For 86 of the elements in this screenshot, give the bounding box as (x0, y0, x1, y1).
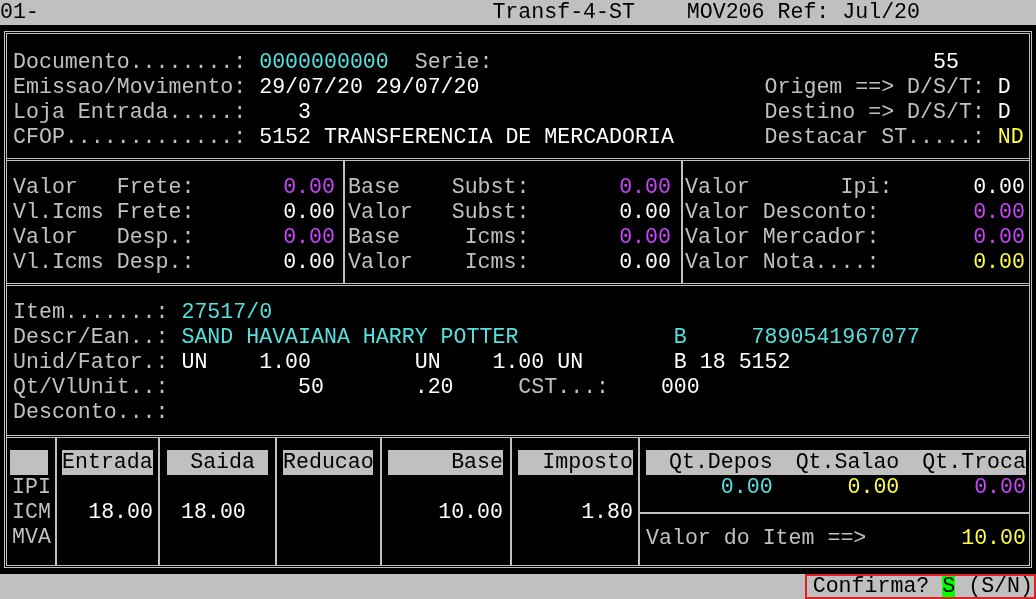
blank-header-cell (10, 450, 48, 475)
column-header: Qt.Salao (795, 450, 900, 475)
table-cell: 18.00 (181, 500, 246, 525)
program-name: Transf-4-ST (492, 0, 635, 24)
field-label: Valor Desp.: (13, 225, 195, 250)
field-label: Item.......: (13, 300, 169, 324)
quantity-value: 0.00 (720, 475, 773, 500)
field-value: .20 (414, 375, 454, 399)
column-header: Saida (167, 450, 268, 475)
field-label: Vl.Icms Desp.: (13, 250, 195, 275)
field-value: 0.00 (619, 175, 671, 200)
field-value: 0.00 (619, 225, 671, 250)
field-label: Valor Nota....: (685, 250, 880, 275)
field-label: Valor Ipi: (685, 175, 893, 200)
field-label: Serie: (414, 50, 493, 74)
field-value: 0.00 (973, 250, 1025, 275)
field-label: Documento........: (13, 50, 247, 74)
field-label: Origem ==> D/S/T: (764, 75, 985, 99)
field-value: 50 (298, 375, 324, 399)
field-label: Unid/Fator.: (13, 350, 169, 374)
field-value: B (673, 325, 687, 349)
quantity-value: 0.00 (974, 475, 1026, 500)
field-label: Destino => D/S/T: (764, 100, 985, 124)
total-value: 10.00 (961, 526, 1026, 551)
total-label: Valor do Item ==> (646, 526, 867, 551)
field-value: 0.00 (619, 250, 671, 275)
field-value: 0.00 (283, 250, 335, 275)
module-title: MOV206 Ref: Jul/20 (686, 0, 921, 24)
field-value: 29/07/20 29/07/20 (259, 75, 480, 99)
field-value: SAND HAVAIANA HARRY POTTER (181, 325, 519, 349)
field-label: Valor Desconto: (685, 200, 880, 225)
row-label: ICM (12, 500, 51, 524)
table-cell: 10.00 (438, 500, 503, 525)
field-value: 0000000000 (259, 50, 389, 74)
field-label: Loja Entrada.....: (13, 100, 247, 124)
field-value: 0.00 (283, 200, 335, 225)
field-value: 5152 TRANSFERENCIA DE MERCADORIA (259, 125, 674, 149)
field-label: Valor Subst: (348, 200, 530, 225)
field-label: Vl.Icms Frete: (13, 200, 195, 225)
field-value: 0.00 (973, 200, 1025, 225)
table-cell: 18.00 (88, 500, 153, 525)
row-label: IPI (12, 475, 51, 499)
session-label: 01- (0, 0, 39, 24)
column-header: Base (388, 450, 503, 475)
field-label: Valor Mercador: (685, 225, 880, 250)
field-value: 55 (933, 50, 959, 74)
field-label: Valor Frete: (13, 175, 195, 200)
field-label: Base Subst: (348, 175, 530, 200)
field-label: CFOP.............: (13, 125, 247, 149)
field-value: UN (181, 350, 208, 374)
row-label: MVA (12, 525, 51, 549)
prompt-options: (S/N) (968, 574, 1033, 599)
field-value: 0.00 (619, 200, 671, 225)
field-value: D (997, 75, 1011, 99)
field-label: Base Icms: (348, 225, 530, 250)
field-value: 000 (660, 375, 700, 399)
column-header: Imposto (518, 450, 633, 475)
column-header: Reducao (283, 450, 373, 475)
field-value: 1.00 (492, 350, 545, 374)
field-label: Emissao/Movimento: (13, 75, 247, 99)
field-value: 0.00 (283, 225, 335, 250)
prompt-question: Confirma? (812, 574, 930, 599)
column-header: Qt.Troca (922, 450, 1026, 475)
table-cell: 1.80 (581, 500, 633, 525)
field-label: Descr/Ean..: (13, 325, 169, 349)
field-label: Valor Icms: (348, 250, 530, 275)
field-value: 27517/0 (181, 300, 273, 324)
field-value: B 18 5152 (673, 350, 791, 374)
quantity-value: 0.00 (847, 475, 900, 500)
field-value: 0.00 (973, 225, 1025, 250)
column-header: Qt.Depos (669, 450, 773, 475)
field-value: D (997, 100, 1011, 124)
answer-field[interactable]: S (942, 576, 956, 597)
field-value: ND (997, 125, 1024, 149)
field-value: 1.00 (259, 350, 312, 374)
field-value: 7890541967077 (751, 325, 921, 349)
field-label: Qt/VlUnit..: (13, 375, 169, 399)
field-value: CST...: (518, 375, 610, 399)
field-value: UN (557, 350, 584, 374)
column-header: Entrada (62, 450, 153, 475)
field-value: 0.00 (973, 175, 1025, 200)
field-value: UN (414, 350, 441, 374)
field-value: 0.00 (283, 175, 335, 200)
field-label: Destacar ST.....: (764, 125, 985, 149)
field-label: Desconto...: (13, 400, 169, 424)
field-value: 3 (298, 100, 312, 124)
